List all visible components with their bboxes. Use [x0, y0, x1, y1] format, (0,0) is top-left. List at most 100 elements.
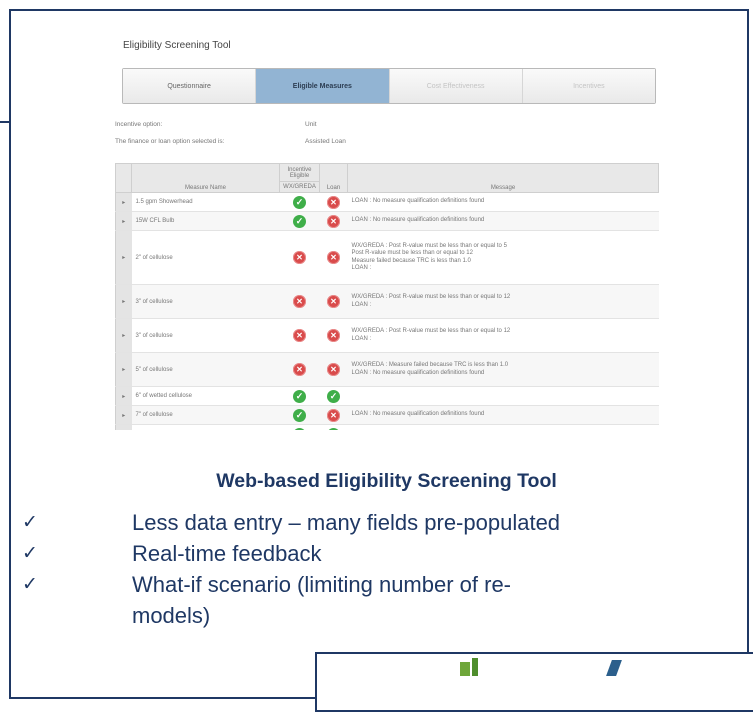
- finance-option-value: Assisted Loan: [305, 138, 346, 145]
- table-row[interactable]: ▸ 1.5 gpm Showerhead ✓ ✕ LOAN : No measure q…: [115, 192, 659, 212]
- incentive-option-row: Incentive option: Unit: [115, 121, 317, 128]
- measure-name-cell: 3" of cellulose: [131, 318, 280, 353]
- red-x-circle-icon: ✕: [293, 295, 306, 308]
- measure-name-cell: 15W CFL Bulb: [131, 211, 280, 231]
- bullet-list: ✓ Less data entry – many fields pre-popu…: [22, 507, 742, 631]
- table-row[interactable]: ▸ 3" of cellulose ✕ ✕ WX/GREDA : Post R-valu…: [115, 318, 659, 353]
- row-expand-arrow[interactable]: ▸: [115, 230, 132, 285]
- app-title: Eligibility Screening Tool: [123, 40, 231, 51]
- bullet-text-continued: models): [132, 603, 211, 628]
- green-check-circle-icon: ✓: [293, 214, 306, 228]
- message-cell: LOAN : No measure qualification definiti…: [347, 405, 659, 425]
- green-check-circle-icon: ✓: [327, 389, 340, 403]
- red-x-circle-icon: ✕: [327, 295, 340, 308]
- bullet-item: ✓ What-if scenario (limiting number of r…: [22, 569, 742, 600]
- loan-status-cell: ✓: [319, 424, 348, 430]
- slide-caption: Web-based Eligibility Screening Tool: [216, 470, 557, 492]
- measure-name-cell: 7" of cellulose: [131, 405, 280, 425]
- row-expand-arrow[interactable]: ▸: [115, 386, 132, 406]
- wx-status-cell: ✓: [279, 405, 320, 425]
- wx-status-cell: ✕: [279, 352, 320, 387]
- loan-status-cell: ✕: [319, 405, 348, 425]
- wx-status-cell: ✕: [279, 318, 320, 353]
- red-x-circle-icon: ✕: [327, 214, 340, 228]
- wx-status-cell: ✓: [279, 192, 320, 212]
- message-cell: WX/GREDA : Post R-value must be less tha…: [347, 230, 659, 285]
- table-row[interactable]: ▸ 7" of cellulose ✓ ✕ LOAN : No measure qual…: [115, 405, 659, 425]
- message-cell: [347, 386, 659, 406]
- wx-greda-header[interactable]: WX/GREDA: [279, 181, 320, 193]
- green-check-circle-icon: ✓: [293, 408, 306, 422]
- incentive-option-value: Unit: [305, 121, 317, 128]
- row-expand-arrow[interactable]: ▸: [115, 284, 132, 319]
- table-row[interactable]: ▸ 15W CFL Bulb ✓ ✕ LOAN : No measure qualifi…: [115, 211, 659, 231]
- message-cell: LOAN : No measure qualification definiti…: [347, 211, 659, 231]
- step-eligible-measures[interactable]: Eligible Measures: [256, 69, 390, 103]
- green-check-circle-icon: ✓: [293, 195, 306, 209]
- table-row[interactable]: ▸ 5" of cellulose ✕ ✕ WX/GREDA : Measure fai…: [115, 352, 659, 387]
- green-graphic: [472, 658, 478, 676]
- measure-name-header[interactable]: Measure Name: [131, 163, 280, 193]
- bullet-text: Less data entry – many fields pre-popula…: [132, 510, 561, 535]
- loan-status-cell: ✕: [319, 211, 348, 231]
- red-x-circle-icon: ✕: [293, 329, 306, 342]
- checkmark-bullet-icon: ✓: [22, 573, 38, 595]
- finance-option-row: The finance or loan option selected is: …: [115, 138, 346, 145]
- measures-table: Measure Name Incentive Eligible Loan Mes…: [115, 163, 659, 430]
- row-expand-arrow[interactable]: ▸: [115, 352, 132, 387]
- message-cell: WX/GREDA : Measure failed because TRC is…: [347, 352, 659, 387]
- table-row[interactable]: ▸8" of cellulose ✓ ✓: [115, 424, 659, 430]
- expand-column-header: [115, 163, 132, 193]
- measure-name-cell: 5" of cellulose: [131, 352, 280, 387]
- row-expand-arrow[interactable]: ▸: [115, 192, 132, 212]
- row-expand-arrow[interactable]: ▸: [115, 318, 132, 353]
- green-graphic: [460, 662, 470, 676]
- bullet-item: ✓ Less data entry – many fields pre-popu…: [22, 507, 742, 538]
- step-questionnaire[interactable]: Questionnaire: [123, 69, 257, 103]
- row-expand-arrow[interactable]: ▸: [115, 424, 132, 430]
- loan-status-cell: ✕: [319, 284, 348, 319]
- loan-status-cell: ✕: [319, 318, 348, 353]
- measure-name-cell: 1.5 gpm Showerhead: [131, 192, 280, 212]
- incentive-eligible-header: Incentive Eligible: [279, 163, 320, 182]
- measure-name-cell: 2" of cellulose: [131, 230, 280, 285]
- red-x-circle-icon: ✕: [327, 251, 340, 264]
- row-expand-arrow[interactable]: ▸: [115, 405, 132, 425]
- wx-status-cell: ✓: [279, 211, 320, 231]
- table-row[interactable]: ▸ 2" of cellulose ✕ ✕ WX/GREDA : Post R-valu…: [115, 230, 659, 285]
- loan-status-cell: ✓: [319, 386, 348, 406]
- bullet-text: What-if scenario (limiting number of re-: [132, 572, 512, 597]
- wx-status-cell: ✓: [279, 424, 320, 430]
- incentive-option-label: Incentive option:: [115, 121, 163, 128]
- loan-status-cell: ✕: [319, 352, 348, 387]
- table-row[interactable]: ▸ 6" of wetted cellulose ✓ ✓: [115, 386, 659, 406]
- message-cell: LOAN : No measure qualification definiti…: [347, 192, 659, 212]
- row-expand-arrow[interactable]: ▸: [115, 211, 132, 231]
- message-header[interactable]: Message: [347, 163, 659, 193]
- wizard-steps: Questionnaire Eligible Measures Cost Eff…: [122, 68, 656, 104]
- inset-image-panel: [315, 652, 753, 712]
- loan-status-cell: ✕: [319, 192, 348, 212]
- green-check-circle-icon: ✓: [293, 427, 306, 430]
- green-check-circle-icon: ✓: [293, 389, 306, 403]
- message-cell: WX/GREDA : Post R-value must be less tha…: [347, 318, 659, 353]
- red-x-circle-icon: ✕: [293, 363, 306, 376]
- measure-name-cell: 3" of cellulose: [131, 284, 280, 319]
- tool-screenshot: Eligibility Screening Tool Questionnaire…: [93, 25, 673, 430]
- wx-status-cell: ✓: [279, 386, 320, 406]
- red-x-circle-icon: ✕: [327, 363, 340, 376]
- table-row[interactable]: ▸ 3" of cellulose ✕ ✕ WX/GREDA : Post R-valu…: [115, 284, 659, 319]
- wx-status-cell: ✕: [279, 284, 320, 319]
- blue-graphic: [606, 660, 622, 676]
- red-x-circle-icon: ✕: [327, 195, 340, 209]
- checkmark-bullet-icon: ✓: [22, 511, 38, 533]
- bullet-item: ✓ Real-time feedback: [22, 538, 742, 569]
- message-cell: [347, 424, 659, 430]
- red-x-circle-icon: ✕: [293, 251, 306, 264]
- step-cost-effectiveness[interactable]: Cost Effectiveness: [389, 69, 523, 103]
- loan-header[interactable]: Loan: [319, 163, 348, 193]
- measure-name-cell: 8" of cellulose: [131, 424, 280, 430]
- wx-status-cell: ✕: [279, 230, 320, 285]
- bullet-text: Real-time feedback: [132, 541, 322, 566]
- step-incentives[interactable]: Incentives: [522, 69, 655, 103]
